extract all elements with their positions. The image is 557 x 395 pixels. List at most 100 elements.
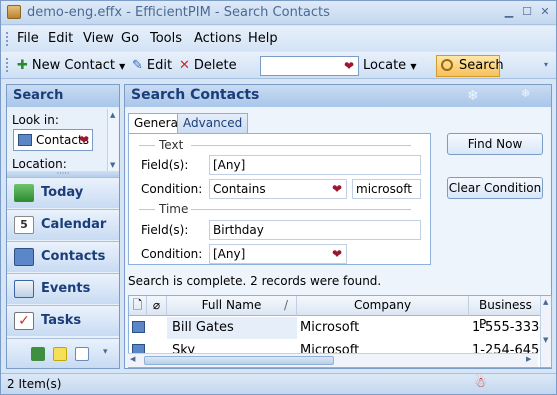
nav-scrollbar[interactable]: ▲ ▼ xyxy=(107,109,119,171)
text-condition-label: Condition: xyxy=(141,182,203,196)
delete-x-icon: ✕ xyxy=(179,58,190,73)
find-now-button[interactable]: Find Now xyxy=(447,133,543,155)
menu-tools[interactable]: Tools xyxy=(150,31,182,46)
time-fields-label: Field(s): xyxy=(141,223,189,237)
search-button[interactable]: Search xyxy=(436,55,504,77)
divider xyxy=(139,145,155,146)
text-fields-label: Field(s): xyxy=(141,158,189,172)
clipboard-shortcut-icon[interactable] xyxy=(75,347,89,361)
contact-row-icon xyxy=(132,321,145,333)
app-window: demo-eng.effx - EfficientPIM - Search Co… xyxy=(0,0,557,395)
clear-condition-button[interactable]: Clear Condition xyxy=(447,177,543,199)
scroll-right-icon[interactable]: ▶ xyxy=(526,355,531,363)
column-header-full-name[interactable]: Full Name / xyxy=(167,296,297,316)
column-header-company[interactable]: Company xyxy=(297,296,469,316)
column-header-business-phone[interactable]: Business P xyxy=(469,296,541,331)
toolbar-overflow-icon[interactable]: ▾ xyxy=(544,60,548,69)
text-group-label: Text xyxy=(159,138,184,152)
nav-tasks[interactable]: ✓ Tasks xyxy=(7,305,119,336)
snowflake-icon: ❄ xyxy=(521,87,531,100)
time-group-label: Time xyxy=(159,202,189,216)
scroll-down-icon[interactable]: ▼ xyxy=(543,336,548,344)
sort-indicator-icon: / xyxy=(283,298,288,312)
menu-go[interactable]: Go xyxy=(121,31,139,46)
chevron-down-icon: ▼ xyxy=(410,62,417,71)
pencil-icon: ✎ xyxy=(132,58,143,73)
column-header-attachment[interactable]: ⌀ xyxy=(147,296,167,316)
nav-contacts[interactable]: Contacts xyxy=(7,241,119,272)
divider xyxy=(139,209,155,210)
menu-bar: File Edit View Go Tools Actions Help xyxy=(1,26,556,51)
item-count: 2 Item(s) xyxy=(7,377,62,391)
grid-horizontal-scrollbar[interactable]: ◀ ▶ xyxy=(128,353,538,367)
snowflake-icon: ❄ xyxy=(467,88,479,104)
nav-tasks-label: Tasks xyxy=(41,313,82,328)
time-condition-select[interactable]: [Any] ❤ xyxy=(209,244,347,264)
toolbar: ✚New Contact ▼ ✎Edit ✕Delete ❄ ❤ Locate … xyxy=(1,52,556,123)
window-title: demo-eng.effx - EfficientPIM - Search Co… xyxy=(27,5,330,20)
heart-dropdown-icon: ❤ xyxy=(331,247,342,261)
toolbar-grip xyxy=(6,58,9,72)
nav-shortcuts: ▾ xyxy=(7,338,119,368)
new-contact-label: New Contact xyxy=(31,58,115,73)
toolbar-search-combo[interactable]: ❤ xyxy=(260,56,359,76)
menu-grip xyxy=(6,32,9,46)
full-name-header-label: Full Name xyxy=(201,298,262,312)
close-button[interactable]: ✕ xyxy=(537,5,553,19)
events-icon xyxy=(14,280,34,298)
snowman-icon: ☃ xyxy=(474,375,487,391)
contacts-icon xyxy=(18,134,32,146)
divider xyxy=(191,209,411,210)
tab-advanced[interactable]: Advanced xyxy=(177,113,249,133)
chevron-down-icon: ▼ xyxy=(119,62,126,71)
notes-shortcut-icon[interactable] xyxy=(31,347,45,361)
text-query-input[interactable]: microsoft xyxy=(352,179,421,199)
scroll-thumb[interactable] xyxy=(144,356,334,365)
menu-file[interactable]: File xyxy=(17,31,39,46)
menu-actions[interactable]: Actions xyxy=(194,31,242,46)
time-fields-select[interactable]: Birthday xyxy=(209,220,421,240)
memo-shortcut-icon[interactable] xyxy=(53,347,67,361)
calendar-icon: 5 xyxy=(14,216,34,234)
menu-edit[interactable]: Edit xyxy=(48,31,73,46)
edit-button[interactable]: ✎ Edit xyxy=(132,56,172,76)
contacts-icon xyxy=(14,248,34,266)
search-contacts-pane: Search Contacts ❄ ❄ General Advanced Tex… xyxy=(124,84,552,369)
delete-button[interactable]: ✕ Delete xyxy=(179,56,237,76)
nav-header: Search xyxy=(7,85,119,107)
scroll-down-icon[interactable]: ▼ xyxy=(110,161,115,169)
locate-button[interactable]: Locate ▼ xyxy=(363,56,416,76)
search-status: Search is complete. 2 records were found… xyxy=(128,274,382,288)
column-header-type[interactable]: 🗋 xyxy=(129,296,147,316)
table-row[interactable]: Bill Gates Microsoft 1-555-333-( xyxy=(129,317,549,339)
look-in-selector[interactable]: Contacts ❤ xyxy=(13,129,93,151)
nav-events[interactable]: Events xyxy=(7,273,119,304)
time-condition-label: Condition: xyxy=(141,247,203,261)
document-icon: 🗋 xyxy=(132,298,143,312)
menu-view[interactable]: View xyxy=(83,31,114,46)
scroll-left-icon[interactable]: ◀ xyxy=(130,355,135,363)
scroll-up-icon[interactable]: ▲ xyxy=(110,111,115,119)
maximize-button[interactable]: ☐ xyxy=(519,5,535,19)
new-contact-button[interactable]: ✚ New Contact ▼ xyxy=(17,56,125,76)
text-condition-select[interactable]: Contains ❤ xyxy=(209,179,347,199)
nav-today[interactable]: Today xyxy=(7,177,119,208)
look-in-label: Look in: xyxy=(12,113,59,127)
today-icon xyxy=(14,184,34,202)
search-label: Search xyxy=(459,58,504,73)
minimize-button[interactable]: ▁ xyxy=(501,5,517,19)
chevron-down-icon[interactable]: ▾ xyxy=(103,347,108,357)
menu-help[interactable]: Help xyxy=(248,31,278,46)
divider xyxy=(191,145,411,146)
time-condition-value: [Any] xyxy=(213,247,246,261)
nav-contacts-label: Contacts xyxy=(41,249,106,264)
grid-vertical-scrollbar[interactable]: ▲ ▼ xyxy=(540,296,551,367)
locate-label: Locate xyxy=(363,58,407,73)
delete-label: Delete xyxy=(193,58,237,73)
status-bar: 2 Item(s) ☃ xyxy=(1,373,556,394)
text-fields-select[interactable]: [Any] xyxy=(209,155,421,175)
scroll-up-icon[interactable]: ▲ xyxy=(543,298,548,306)
navigation-pane: Search Look in: Contacts ❤ ▲ ▼ Location:… xyxy=(6,84,120,369)
nav-calendar[interactable]: 5 Calendar xyxy=(7,209,119,240)
page-title: Search Contacts xyxy=(125,85,551,107)
